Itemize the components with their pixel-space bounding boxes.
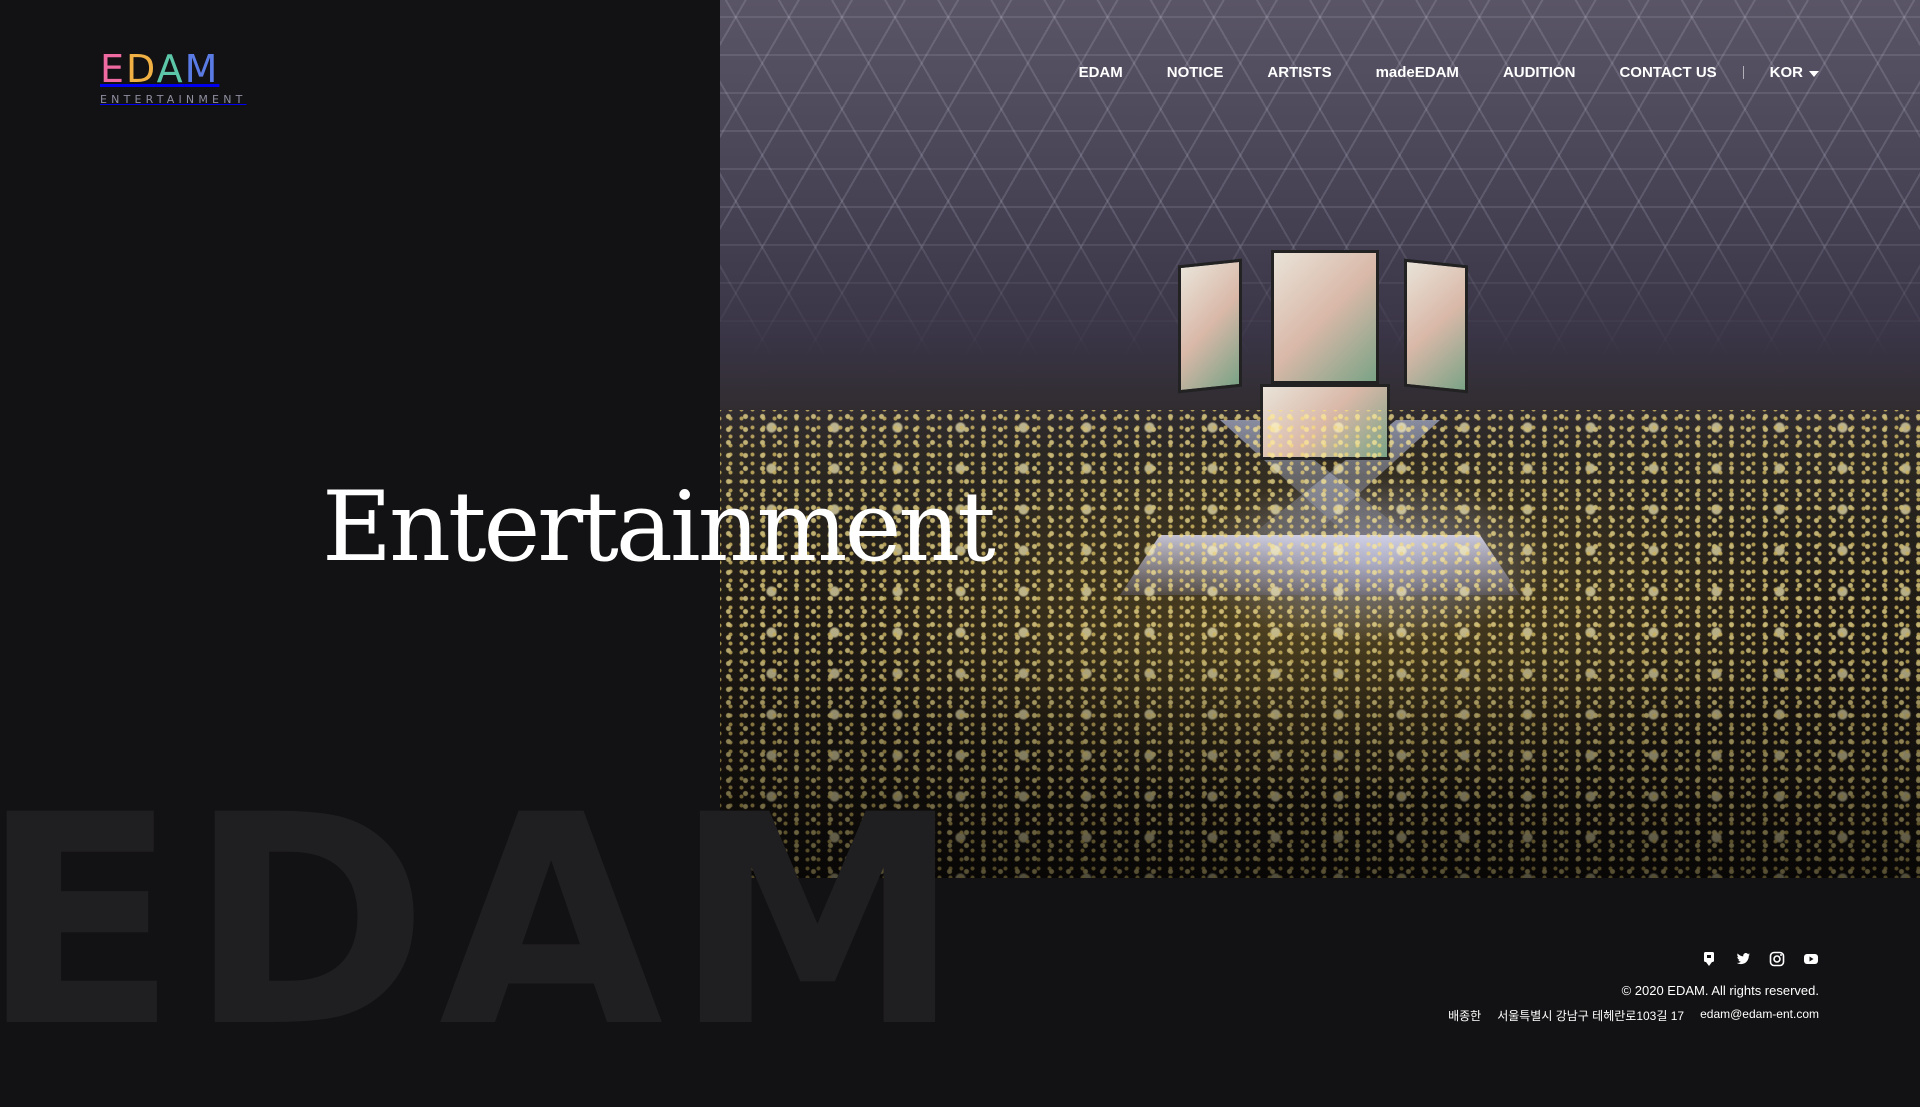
language-selector[interactable]: KOR [1770, 64, 1819, 81]
instagram-icon[interactable] [1769, 951, 1785, 967]
social-links [1701, 951, 1819, 967]
channel-icon[interactable] [1701, 951, 1717, 967]
nav-item-artists[interactable]: ARTISTS [1267, 64, 1331, 81]
copyright-text: © 2020 EDAM. All rights reserved. [1621, 983, 1819, 998]
ceo-name: 배종한 [1448, 1009, 1482, 1023]
edam-watermark: EDAM [0, 754, 972, 1091]
hero-headline: Entertainment [322, 471, 996, 584]
caret-down-icon [1809, 70, 1819, 77]
youtube-icon[interactable] [1803, 951, 1819, 967]
company-info: 배종한 서울특별시 강남구 테헤란로103길 17 edam@edam-ent.… [1448, 1007, 1819, 1024]
stage-screen-center [1271, 250, 1379, 384]
nav-item-edam[interactable]: EDAM [1079, 64, 1123, 81]
nav-item-madeedam[interactable]: madeEDAM [1376, 64, 1459, 81]
stage-screen-left [1178, 258, 1242, 394]
nav-item-audition[interactable]: AUDITION [1503, 64, 1576, 81]
nav-item-notice[interactable]: NOTICE [1167, 64, 1224, 81]
stage-screen-right [1404, 258, 1468, 394]
logo-wordmark: EDAM [100, 47, 220, 91]
edam-logo[interactable]: EDAM ENTERTAINMENT [100, 50, 247, 106]
nav-divider [1742, 66, 1744, 79]
nav-item-contact-us[interactable]: CONTACT US [1619, 64, 1716, 81]
main-nav: EDAM NOTICE ARTISTS madeEDAM AUDITION CO… [1079, 64, 1819, 81]
contact-email[interactable]: edam@edam-ent.com [1700, 1007, 1819, 1024]
company-address: 서울특별시 강남구 테헤란로103길 17 [1497, 1009, 1685, 1023]
twitter-icon[interactable] [1735, 951, 1751, 967]
logo-subtitle: ENTERTAINMENT [100, 93, 247, 106]
hero-concert-image [720, 0, 1920, 878]
language-label: KOR [1769, 64, 1803, 81]
